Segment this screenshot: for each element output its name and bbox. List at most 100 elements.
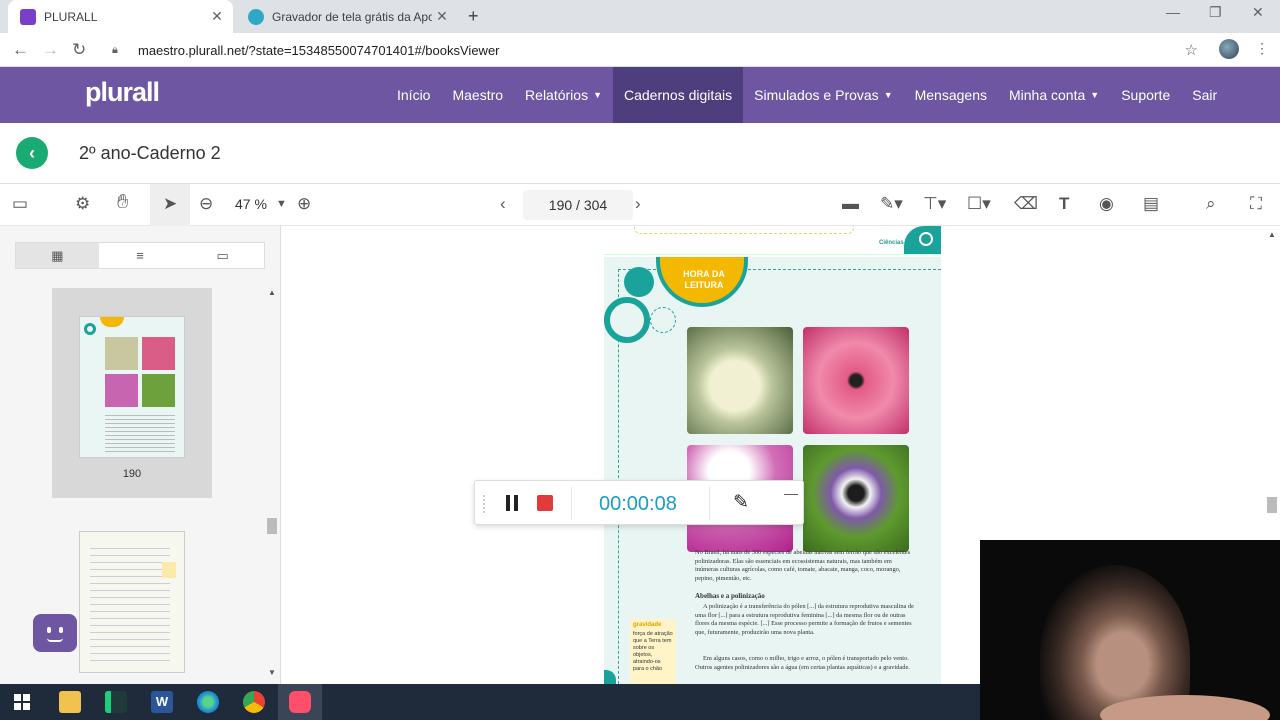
zoom-dropdown-icon[interactable]: ▼ — [276, 198, 287, 210]
screen-recorder-widget: 00:00:08 ✎ — — [474, 480, 804, 525]
cauliflower-photo — [687, 327, 793, 434]
pencil-icon[interactable]: ✎ — [733, 491, 749, 514]
url-field[interactable]: 🔒︎ maestro.plurall.net/?state=1534855007… — [104, 37, 1208, 63]
nav-item-maestro[interactable]: Maestro — [441, 67, 514, 123]
windows-start-icon[interactable] — [14, 694, 30, 710]
nav-item-label: Cadernos digitais — [624, 87, 733, 103]
tab-title: Gravador de tela grátis da Apowersoft — [272, 9, 432, 24]
book-page: HORA DA LEITURA No Brasil, há mais de 30… — [604, 257, 941, 684]
nav-item-simulados-e-provas[interactable]: Simulados e Provas ▼ — [743, 67, 903, 123]
search-icon[interactable]: ⌕ — [1206, 194, 1216, 214]
tab-outline[interactable]: ≡ — [99, 243, 182, 268]
nav-item-mensagens[interactable]: Mensagens — [904, 67, 998, 123]
nav-item-sair[interactable]: Sair — [1181, 67, 1228, 123]
browser-menu-icon[interactable]: ⋮ — [1255, 40, 1269, 57]
tab-thumbnails[interactable]: ▦ — [16, 243, 99, 268]
minimize-recorder-icon[interactable]: — — [784, 485, 798, 501]
close-icon[interactable]: ✕ — [207, 8, 227, 25]
nav-item-in-cio[interactable]: Início — [386, 67, 441, 123]
section-badge: HORA DA LEITURA — [683, 269, 725, 290]
zoom-level[interactable]: 47 % — [235, 196, 267, 212]
shape-icon[interactable]: ☐▾ — [967, 194, 991, 214]
stop-button[interactable] — [537, 495, 553, 511]
main-menu: Início Maestro Relatórios ▼ Cadernos digitai… — [386, 67, 1228, 123]
previous-page-icon[interactable]: ‹ — [500, 194, 506, 214]
sidebar-toggle-icon[interactable]: ▭ — [12, 194, 28, 214]
file-explorer-icon[interactable] — [59, 691, 81, 713]
thumbnail-image — [79, 316, 185, 458]
page-indicator[interactable]: 190 / 304 — [523, 190, 633, 220]
zoom-out-icon[interactable]: ⊖ — [199, 194, 213, 214]
sidebar-scrollbar[interactable]: ▲ ▼ — [266, 288, 278, 680]
caret-down-icon: ▼ — [1090, 90, 1100, 100]
browser-tab-apowersoft[interactable]: Gravador de tela grátis da Apowersoft ✕ — [236, 0, 458, 33]
glossary-box: gravidade força de atração que a Terra t… — [630, 619, 676, 684]
document-title: 2º ano-Caderno 2 — [79, 143, 221, 163]
nav-item-minha-conta[interactable]: Minha conta ▼ — [998, 67, 1110, 123]
reload-icon[interactable]: ↻ — [72, 40, 86, 60]
pen-icon[interactable]: ✎▾ — [880, 194, 903, 214]
window-close-icon[interactable]: ✕ — [1252, 4, 1264, 21]
edge-icon[interactable] — [197, 691, 219, 713]
fullscreen-icon[interactable]: ⛶ — [1250, 194, 1262, 214]
viewer-scroll-up-icon[interactable]: ▲ — [1268, 230, 1276, 239]
gear-icon[interactable]: ⚙ — [75, 194, 90, 214]
viewer-toolbar: ▭ ⚙ ✋︎ ➤ ⊖ 47 % ▼ ⊕ ‹ 190 / 304 › ▬ ✎▾ ⊤… — [0, 184, 1280, 226]
drag-handle[interactable] — [483, 495, 487, 513]
new-tab-button[interactable]: + — [468, 6, 479, 27]
pointer-icon[interactable]: ➤ — [163, 194, 177, 214]
word-icon[interactable]: W — [151, 691, 173, 713]
plurall-favicon-icon — [20, 8, 36, 25]
nav-item-label: Sair — [1192, 87, 1218, 103]
recording-timer: 00:00:08 — [599, 493, 677, 515]
text-tool-icon[interactable]: T — [1059, 194, 1069, 214]
zoom-in-icon[interactable]: ⊕ — [297, 194, 311, 214]
close-icon[interactable]: ✕ — [432, 8, 452, 25]
profile-avatar[interactable] — [1219, 39, 1239, 59]
screen-recorder-app-icon[interactable] — [289, 691, 311, 713]
nav-item-suporte[interactable]: Suporte — [1110, 67, 1181, 123]
nav-item-label: Simulados e Provas — [754, 87, 879, 103]
chatbot-button[interactable] — [33, 614, 77, 652]
back-arrow-icon[interactable]: ← — [12, 40, 29, 60]
intro-text: No Brasil, há mais de 300 espécies de ab… — [695, 549, 911, 582]
caret-down-icon: ▼ — [883, 90, 893, 100]
next-page-icon[interactable]: › — [635, 194, 641, 214]
annotations-icon: ▭ — [216, 247, 229, 263]
url-text: maestro.plurall.net/?state=1534855007470… — [138, 42, 500, 58]
outline-icon: ≡ — [136, 248, 144, 263]
app-icon[interactable] — [105, 691, 127, 713]
text-box-icon[interactable]: ⊤▾ — [923, 194, 946, 214]
page-thumbnail[interactable] — [79, 531, 185, 673]
nav-item-cadernos-digitais[interactable]: Cadernos digitais — [613, 67, 744, 123]
nav-item-label: Suporte — [1121, 87, 1171, 103]
sidebar-tabs: ▦ ≡ ▭ — [15, 242, 265, 269]
nav-item-relat-rios[interactable]: Relatórios ▼ — [514, 67, 613, 123]
nav-item-label: Maestro — [452, 87, 504, 103]
notes-icon[interactable]: ▤ — [1143, 194, 1159, 214]
forward-arrow-icon[interactable]: → — [42, 40, 59, 60]
pause-button[interactable] — [505, 495, 519, 511]
viewer-scrollbar-thumb[interactable] — [1267, 497, 1277, 513]
page-thumbnail-selected[interactable]: 190 — [52, 288, 212, 498]
nav-item-label: Início — [397, 87, 431, 103]
eye-icon[interactable]: ◉ — [1099, 194, 1114, 214]
tab-annotations[interactable]: ▭ — [181, 243, 264, 268]
comment-icon[interactable]: ▬ — [842, 194, 859, 214]
minimize-icon[interactable]: — — [1166, 4, 1180, 20]
windows-taskbar: W — [0, 684, 980, 720]
thumbnail-page-number: 190 — [122, 468, 142, 480]
eraser-icon[interactable]: ⌫ — [1014, 194, 1038, 214]
bookmark-star-icon[interactable]: ☆ — [1185, 41, 1198, 59]
thumbnails-icon: ▦ — [51, 247, 64, 263]
recorder-favicon-icon — [248, 8, 264, 25]
browser-tab-plurall[interactable]: PLURALL ✕ — [8, 0, 233, 33]
tab-title: PLURALL — [44, 9, 98, 24]
glossary-definition: força de atração que a Terra tem sobre o… — [633, 631, 673, 672]
paragraph-2: Em alguns casos, como o milho, trigo e a… — [695, 655, 910, 671]
back-button[interactable]: ‹ — [16, 137, 48, 169]
plurall-logo[interactable]: plurall — [85, 77, 160, 108]
restore-icon[interactable]: ❐ — [1209, 4, 1222, 21]
chrome-icon[interactable] — [243, 691, 265, 713]
hand-pan-icon[interactable]: ✋︎ — [117, 191, 128, 214]
